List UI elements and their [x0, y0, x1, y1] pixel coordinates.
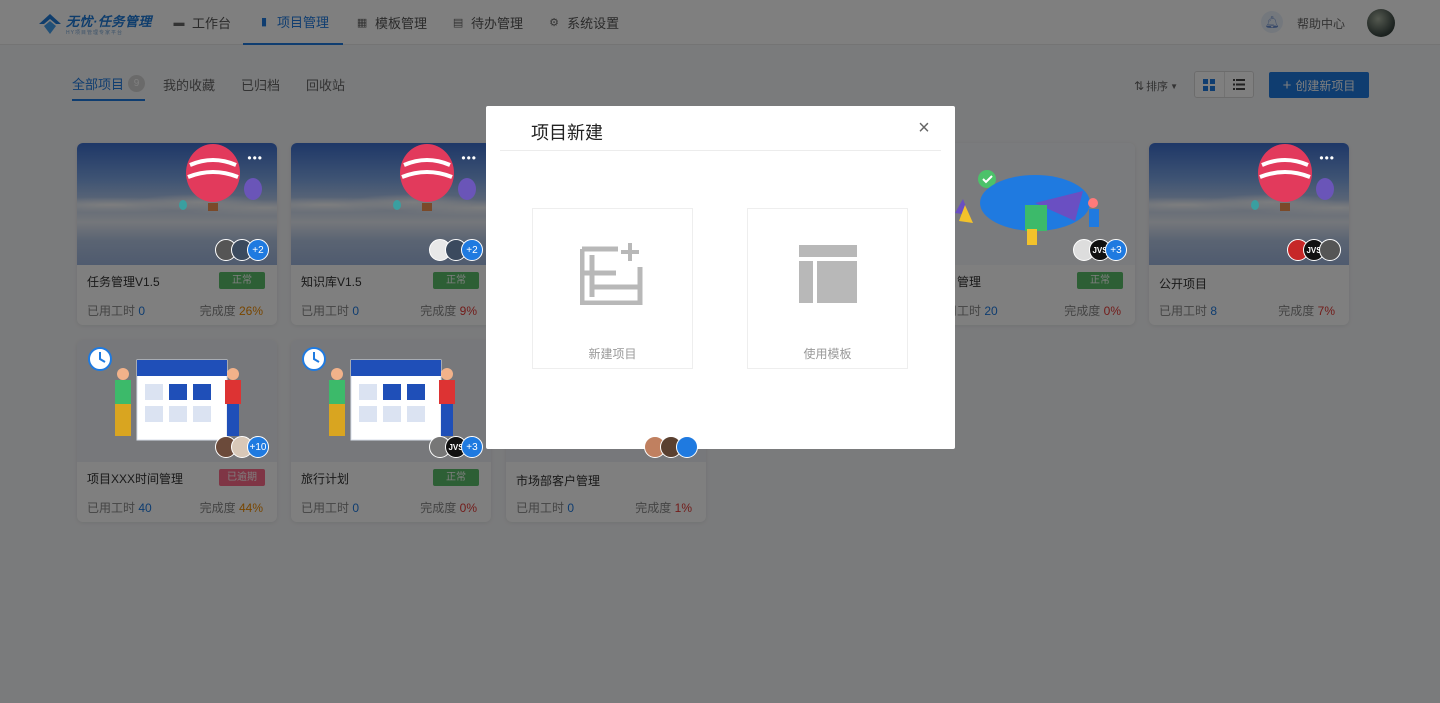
chart-cover-image: JVS +3 — [935, 143, 1135, 265]
close-icon[interactable]: × — [915, 118, 933, 138]
member-avatars: JVS +3 — [429, 436, 483, 458]
member-avatars: +10 — [215, 436, 269, 458]
use-template-option[interactable]: 使用模板 — [747, 208, 908, 369]
more-options-icon[interactable]: ••• — [1319, 151, 1335, 165]
dialog-title: 项目新建 — [531, 123, 603, 143]
member-avatars: +2 — [429, 239, 483, 261]
more-members-badge: +3 — [1105, 239, 1127, 261]
avatar — [676, 436, 698, 458]
calendar-cover-image: JVS +3 — [291, 340, 491, 462]
new-project-dialog: 项目新建 × 新建项目 使用模板 — [486, 106, 955, 449]
more-options-icon[interactable]: ••• — [247, 151, 263, 165]
balloon-cover-image: ••• +2 — [77, 143, 277, 265]
more-options-icon[interactable]: ••• — [461, 151, 477, 165]
template-layout-icon — [799, 245, 857, 303]
option-label: 新建项目 — [588, 347, 637, 361]
member-avatars: JVS +3 — [1073, 239, 1127, 261]
divider — [500, 150, 941, 151]
new-project-icon — [580, 243, 643, 305]
avatar — [1319, 239, 1341, 261]
member-avatars: JVS — [1287, 239, 1341, 261]
more-members-badge: +3 — [461, 436, 483, 458]
member-avatars: +2 — [215, 239, 269, 261]
more-members-badge: +2 — [247, 239, 269, 261]
balloon-cover-image: ••• JVS — [1149, 143, 1349, 265]
calendar-cover-image: +10 — [77, 340, 277, 462]
more-members-badge: +2 — [461, 239, 483, 261]
new-project-option[interactable]: 新建项目 — [532, 208, 693, 369]
more-members-badge: +10 — [247, 436, 269, 458]
balloon-cover-image: ••• +2 — [291, 143, 491, 265]
option-label: 使用模板 — [803, 347, 852, 361]
member-avatars — [644, 436, 698, 458]
